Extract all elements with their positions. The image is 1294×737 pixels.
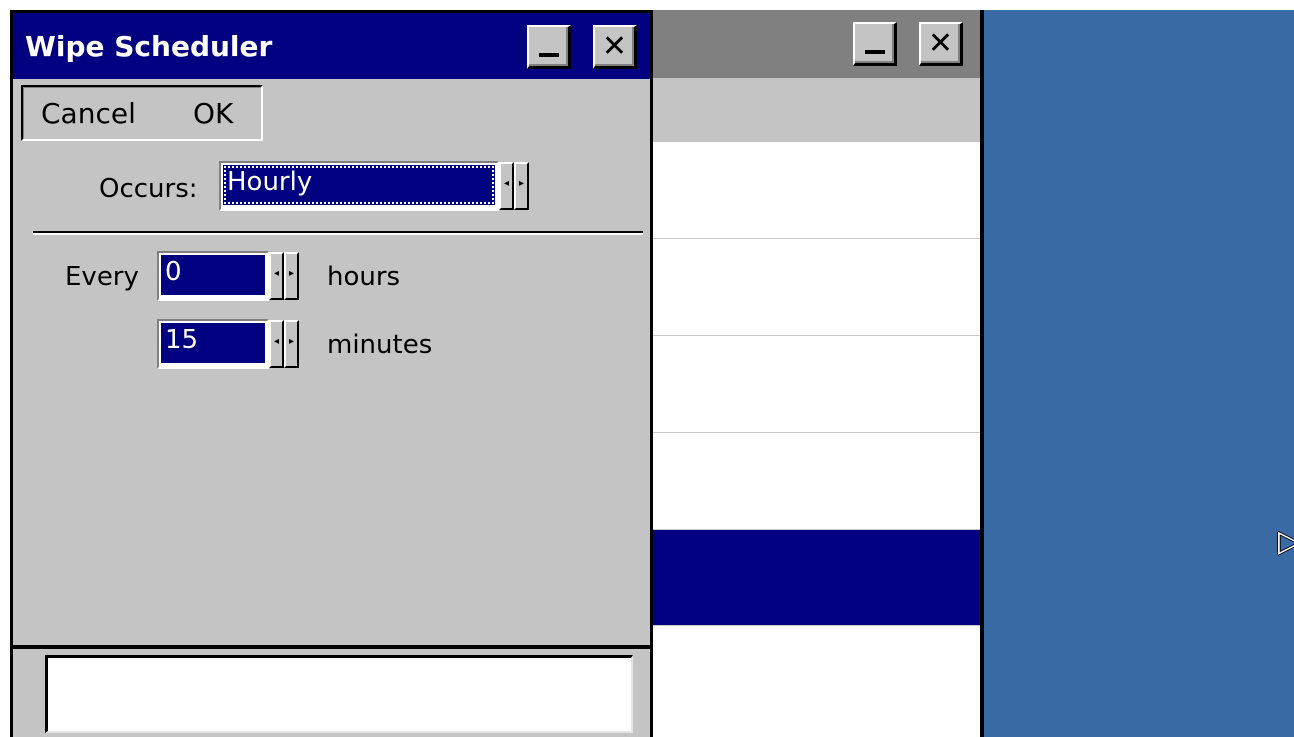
hours-increase-button[interactable]: ▸ xyxy=(284,252,299,300)
close-icon: ✕ xyxy=(601,29,628,64)
minimize-icon xyxy=(865,50,885,54)
list-item[interactable] xyxy=(653,239,980,336)
bottom-text-field[interactable] xyxy=(45,655,633,733)
occurs-select[interactable]: Hourly xyxy=(219,161,499,211)
dialog-titlebar: Wipe Scheduler ✕ xyxy=(13,13,650,79)
list-item[interactable] xyxy=(653,142,980,239)
list-item[interactable] xyxy=(653,336,980,433)
minutes-increase-button[interactable]: ▸ xyxy=(284,320,299,368)
list-item[interactable] xyxy=(653,626,980,737)
bottom-panel xyxy=(10,646,653,737)
close-icon: ✕ xyxy=(927,26,954,61)
minimize-button[interactable] xyxy=(527,25,571,69)
arrow-left-icon: ◂ xyxy=(273,336,280,347)
ok-button[interactable]: OK xyxy=(193,97,233,130)
minutes-label: minutes xyxy=(327,330,433,360)
command-bar: Cancel OK xyxy=(21,85,263,141)
cancel-button[interactable]: Cancel xyxy=(41,97,136,130)
hours-spinner[interactable]: ◂ ▸ xyxy=(269,252,299,300)
hours-input[interactable]: 0 xyxy=(157,251,269,301)
list-item[interactable] xyxy=(653,433,980,530)
hours-value: 0 xyxy=(161,255,265,295)
desktop-background xyxy=(984,10,1294,737)
background-window-titlebar: ✕ xyxy=(653,10,980,81)
every-label: Every xyxy=(65,262,139,292)
occurs-next-button[interactable]: ▸ xyxy=(514,162,529,210)
background-window: ✕ xyxy=(650,10,984,737)
arrow-left-icon: ◂ xyxy=(503,178,510,189)
background-close-button[interactable]: ✕ xyxy=(919,22,963,66)
arrow-right-icon: ▸ xyxy=(288,268,295,279)
minutes-decrease-button[interactable]: ◂ xyxy=(269,320,284,368)
minutes-spinner[interactable]: ◂ ▸ xyxy=(269,320,299,368)
dialog-title: Wipe Scheduler xyxy=(25,30,273,63)
arrow-left-icon: ◂ xyxy=(273,268,280,279)
minutes-value: 15 xyxy=(161,323,265,363)
arrow-right-icon: ▸ xyxy=(518,178,525,189)
list-item-selected[interactable] xyxy=(653,530,980,626)
occurs-prev-button[interactable]: ◂ xyxy=(499,162,514,210)
close-button[interactable]: ✕ xyxy=(593,25,637,69)
wipe-scheduler-dialog: Wipe Scheduler ✕ Cancel OK Occurs: Hourl… xyxy=(10,10,653,648)
minutes-input[interactable]: 15 xyxy=(157,319,269,369)
occurs-spinner[interactable]: ◂ ▸ xyxy=(499,162,529,210)
separator xyxy=(33,231,643,235)
background-list-header xyxy=(653,78,980,142)
arrow-right-icon: ▸ xyxy=(288,336,295,347)
occurs-value: Hourly xyxy=(223,165,495,205)
background-minimize-button[interactable] xyxy=(853,22,897,66)
hours-decrease-button[interactable]: ◂ xyxy=(269,252,284,300)
hours-label: hours xyxy=(327,262,401,292)
minimize-icon xyxy=(539,53,559,57)
mouse-cursor-icon: ▷ xyxy=(1278,524,1294,559)
occurs-label: Occurs: xyxy=(99,174,198,204)
